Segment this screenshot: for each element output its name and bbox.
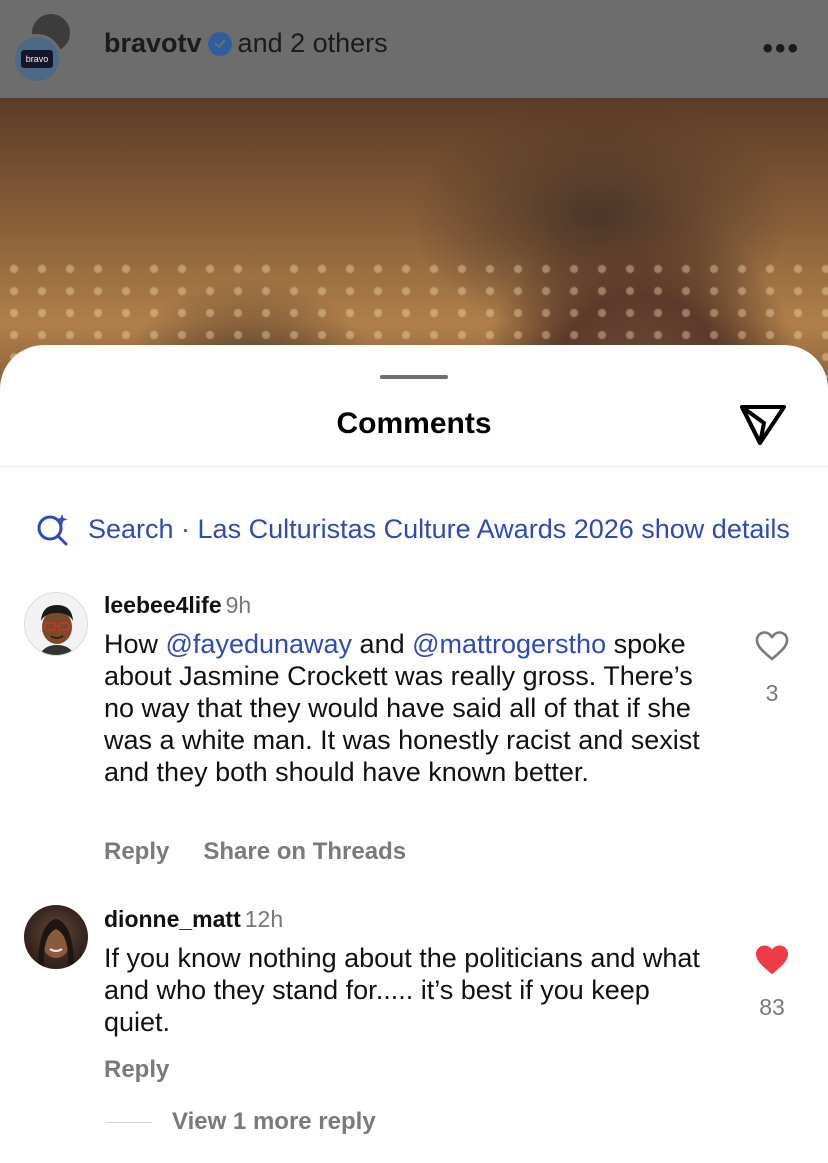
mention-link[interactable]: @fayedunaway	[166, 629, 353, 659]
post-author[interactable]: bravotv and 2 others	[104, 28, 388, 59]
search-suggestion[interactable]: Search · Las Culturistas Culture Awards …	[36, 511, 828, 547]
comment-text-part: and	[352, 629, 413, 659]
avatar[interactable]	[24, 905, 88, 969]
more-options-icon[interactable]: •••	[762, 32, 800, 66]
verified-badge-icon	[207, 31, 232, 56]
reply-button[interactable]: Reply	[104, 838, 169, 866]
avatar[interactable]	[24, 592, 88, 656]
like-control: 83	[752, 944, 792, 1021]
comment-text: If you know nothing about the politician…	[104, 943, 700, 1037]
sheet-title: Comments	[336, 407, 492, 440]
comment-text: How @fayedunaway and @mattrogerstho spok…	[104, 628, 724, 788]
comment-actions: Reply	[104, 1056, 169, 1084]
comment-username[interactable]: leebee4life	[104, 592, 222, 618]
bravo-logo: bravo	[21, 50, 53, 68]
view-more-replies[interactable]: View 1 more reply	[106, 1108, 376, 1136]
like-count: 83	[759, 994, 785, 1020]
header-divider	[0, 466, 828, 467]
post-author-name: bravotv	[104, 28, 202, 58]
sheet-grabber[interactable]	[380, 375, 448, 379]
comment-actions: Reply Share on Threads	[104, 838, 406, 866]
reply-button[interactable]: Reply	[104, 1056, 169, 1084]
post-header: bravo bravotv and 2 others •••	[0, 0, 828, 98]
heart-outline-icon[interactable]	[752, 630, 792, 662]
view-more-replies-label: View 1 more reply	[172, 1108, 376, 1135]
share-on-threads-button[interactable]: Share on Threads	[203, 838, 406, 866]
search-suggestion-text: Search · Las Culturistas Culture Awards …	[88, 513, 790, 544]
comment-text-part: How	[104, 629, 166, 659]
like-control: 3	[752, 630, 792, 707]
sparkle-search-icon	[36, 512, 70, 546]
bravo-avatar: bravo	[12, 34, 62, 84]
replies-divider-line	[106, 1121, 152, 1123]
mention-link[interactable]: @mattrogerstho	[412, 629, 606, 659]
post-coauthors: and 2 others	[237, 28, 388, 58]
comment-meta: dionne_matt 12h	[104, 906, 283, 933]
heart-filled-icon[interactable]	[752, 944, 792, 976]
author-avatars[interactable]: bravo	[12, 12, 72, 84]
like-count: 3	[765, 680, 779, 706]
comment-time: 9h	[225, 592, 252, 618]
share-icon[interactable]	[738, 401, 788, 447]
comment-meta: leebee4life 9h	[104, 592, 251, 619]
comment-username[interactable]: dionne_matt	[104, 906, 241, 932]
comment-time: 12h	[244, 906, 284, 932]
